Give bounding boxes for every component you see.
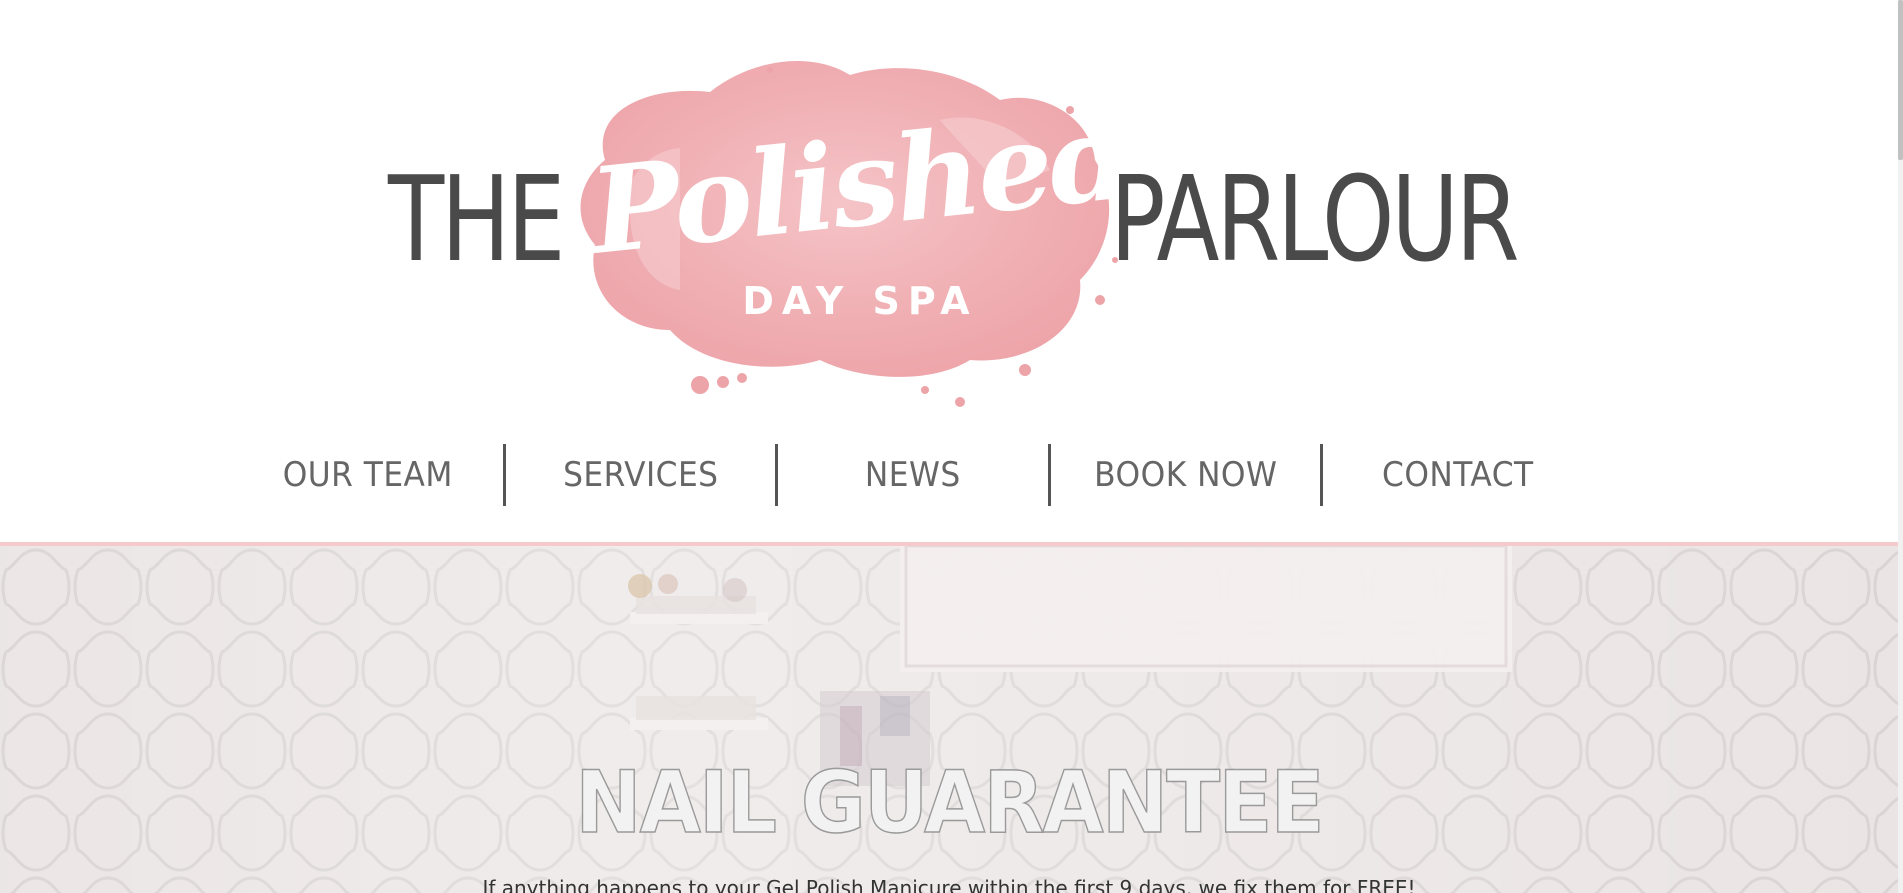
nav-services[interactable]: SERVICES: [516, 440, 764, 510]
hero-title: NAIL GUARANTEE: [575, 753, 1326, 853]
nav-divider: [1320, 444, 1324, 506]
nav-divider: [1047, 444, 1051, 506]
logo-text-day-spa: DAY SPA: [742, 279, 978, 323]
hero-description: If anything happens to your Gel Polish M…: [482, 876, 1416, 893]
hero-banner: NAIL GUARANTEE If anything happens to yo…: [0, 546, 1898, 893]
logo-text-parlour: PARLOUR: [1110, 150, 1520, 288]
nav-contact[interactable]: CONTACT: [1334, 440, 1582, 510]
scrollbar-thumb[interactable]: [1898, 0, 1903, 160]
nav-book-now[interactable]: BOOK NOW: [1062, 440, 1310, 510]
page: THE Polished DAY SPA PARLOUR OUR TEAM SE…: [0, 0, 1898, 893]
nav-our-team[interactable]: OUR TEAM: [244, 440, 492, 510]
nav-news[interactable]: NEWS: [789, 440, 1037, 510]
site-logo[interactable]: THE Polished DAY SPA PARLOUR: [380, 30, 1520, 410]
page-scrollbar[interactable]: [1898, 0, 1903, 893]
site-header: THE Polished DAY SPA PARLOUR: [0, 0, 1898, 420]
nav-divider: [775, 444, 779, 506]
main-nav: OUR TEAM SERVICES NEWS BOOK NOW CONTACT: [233, 440, 1593, 510]
nav-divider: [502, 444, 506, 506]
logo-text-the: THE: [388, 150, 565, 288]
